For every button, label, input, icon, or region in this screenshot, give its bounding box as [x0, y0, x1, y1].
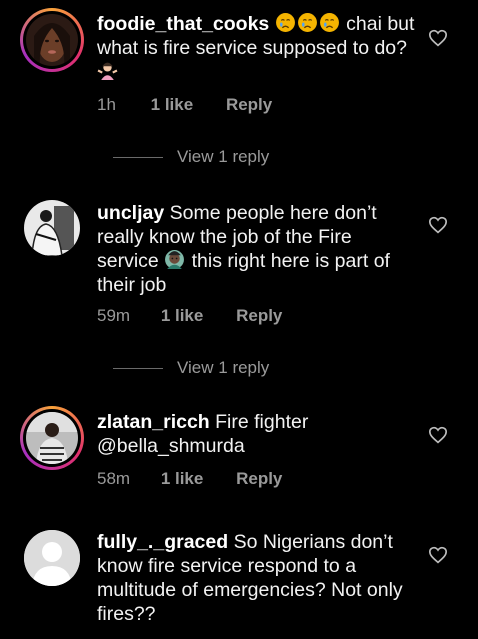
comment-username[interactable]: fully_._graced — [97, 531, 228, 553]
avatar[interactable] — [24, 200, 80, 256]
comment-time: 1h — [97, 95, 116, 114]
comment-username[interactable]: zlatan_ricch — [97, 411, 210, 433]
comment-meta: 58m 1 like Reply — [97, 469, 282, 489]
comment-text: zlatan_ricch Fire fighter @bella_shmurda — [97, 410, 415, 458]
comment-text: fully_._graced So Nigerians don’t know f… — [97, 530, 415, 626]
avatar[interactable] — [20, 8, 84, 72]
comment-text: foodie_that_cooks chai but what is fire … — [97, 12, 415, 84]
reply-button[interactable]: Reply — [236, 306, 282, 325]
view-replies-button[interactable]: View 1 reply — [97, 358, 269, 378]
heart-icon[interactable] — [428, 426, 448, 444]
comment-time: 59m — [97, 306, 131, 325]
heart-icon[interactable] — [428, 216, 448, 234]
comment-likes[interactable]: 1 like — [161, 306, 204, 325]
crying-face-icon — [275, 13, 295, 32]
comment-likes[interactable]: 1 like — [161, 469, 204, 488]
comment-likes[interactable]: 1 like — [151, 95, 194, 114]
avatar[interactable] — [20, 406, 84, 470]
woman-shrugging-icon — [97, 62, 118, 80]
view-replies-label: View 1 reply — [177, 358, 270, 377]
crying-face-icon — [297, 13, 317, 32]
comment-username[interactable]: foodie_that_cooks — [97, 13, 269, 35]
comment-text: uncljay Some people here don’t really kn… — [97, 201, 415, 297]
divider-line — [113, 368, 163, 370]
view-replies-button[interactable]: View 1 reply — [97, 147, 269, 167]
divider-line — [113, 157, 163, 159]
person-gesturing-icon — [165, 250, 185, 269]
comment-username[interactable]: uncljay — [97, 202, 164, 224]
heart-icon[interactable] — [428, 29, 448, 47]
crying-face-icon — [319, 13, 339, 32]
comment-meta: 1h 1 like Reply — [97, 95, 272, 115]
heart-icon[interactable] — [428, 546, 448, 564]
comment-time: 58m — [97, 469, 131, 488]
view-replies-label: View 1 reply — [177, 147, 270, 166]
reply-button[interactable]: Reply — [226, 95, 272, 114]
default-avatar-icon — [24, 530, 80, 586]
avatar[interactable] — [24, 530, 80, 586]
reply-button[interactable]: Reply — [236, 469, 282, 488]
comment-meta: 59m 1 like Reply — [97, 306, 282, 326]
